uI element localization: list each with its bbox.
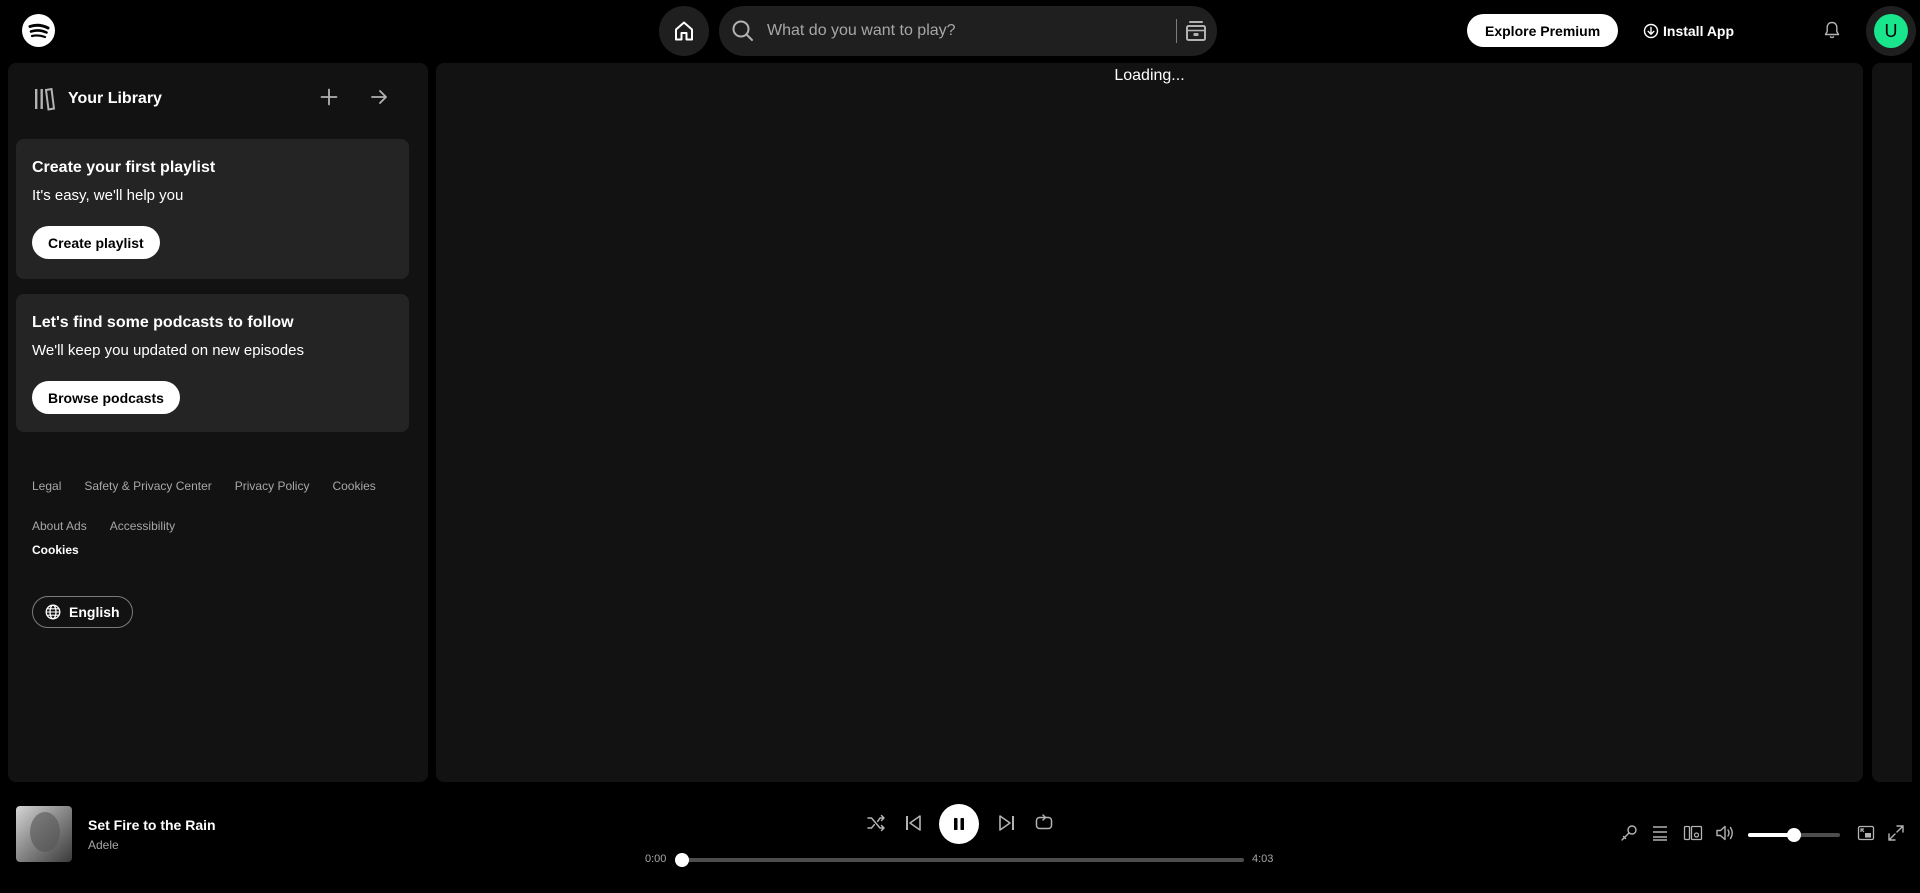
queue-icon[interactable]: [1651, 824, 1669, 842]
next-icon[interactable]: [997, 813, 1017, 833]
card-title: Create your first playlist: [32, 159, 216, 176]
footer-link-safety-privacy[interactable]: Safety & Privacy Center: [84, 479, 211, 493]
bell-icon: [1824, 21, 1840, 39]
album-cover[interactable]: [16, 806, 72, 862]
library-title: Your Library: [68, 90, 162, 107]
shuffle-icon[interactable]: [866, 813, 886, 833]
volume-handle[interactable]: [1787, 828, 1801, 842]
create-button[interactable]: [320, 88, 338, 106]
footer-link-about-ads[interactable]: About Ads: [32, 519, 87, 533]
search-bar[interactable]: [719, 6, 1217, 56]
spotify-logo[interactable]: [22, 14, 55, 47]
footer-link-legal[interactable]: Legal: [32, 479, 61, 493]
connect-device-icon[interactable]: [1683, 824, 1703, 842]
footer-cookies-link[interactable]: Cookies: [32, 543, 412, 557]
language-label: English: [69, 604, 120, 620]
search-divider: [1176, 19, 1177, 43]
progress-bar[interactable]: [675, 853, 1244, 867]
repeat-icon[interactable]: [1034, 813, 1054, 833]
microphone-icon[interactable]: [1620, 824, 1638, 842]
footer-link-privacy-policy[interactable]: Privacy Policy: [235, 479, 310, 493]
now-playing-bar: Set Fire to the Rain Adele 0:00 4:03: [0, 790, 1920, 893]
playback-controls: [865, 804, 1055, 844]
explore-premium-button[interactable]: Explore Premium: [1467, 14, 1619, 47]
fullscreen-icon[interactable]: [1887, 824, 1905, 842]
footer-links: Legal Safety & Privacy Center Privacy Po…: [32, 479, 412, 557]
search-input[interactable]: [767, 6, 1137, 56]
card-title: Let's find some podcasts to follow: [32, 314, 294, 331]
library-icon: [35, 87, 56, 111]
card-subtitle: It's easy, we'll help you: [32, 187, 184, 204]
language-button[interactable]: English: [32, 596, 133, 628]
home-icon: [675, 21, 693, 41]
pause-icon: [954, 818, 964, 830]
install-app-label: Install App: [1663, 23, 1735, 39]
top-bar: Explore Premium Install App U: [0, 0, 1920, 62]
avatar: U: [1874, 14, 1908, 48]
create-playlist-button[interactable]: Create playlist: [32, 226, 160, 259]
volume-slider[interactable]: [1748, 828, 1840, 842]
profile-button[interactable]: U: [1866, 6, 1916, 56]
footer-link-accessibility[interactable]: Accessibility: [110, 519, 175, 533]
notifications-button[interactable]: [1823, 20, 1841, 40]
library-header[interactable]: Your Library: [32, 87, 162, 111]
browse-podcasts-button[interactable]: Browse podcasts: [32, 381, 180, 414]
track-artist[interactable]: Adele: [88, 838, 119, 852]
footer-link-cookies[interactable]: Cookies: [332, 479, 375, 493]
card-subtitle: We'll keep you updated on new episodes: [32, 342, 304, 359]
arrow-right-icon: [371, 90, 387, 104]
elapsed-time: 0:00: [645, 853, 667, 865]
download-icon: [1643, 23, 1659, 39]
miniplayer-icon[interactable]: [1857, 824, 1875, 842]
library-sidebar: Your Library Create your first playlist …: [8, 63, 428, 782]
create-playlist-card: Create your first playlist It's easy, we…: [16, 139, 409, 279]
footer-row: About Ads Accessibility: [32, 519, 412, 543]
track-title[interactable]: Set Fire to the Rain: [88, 817, 216, 833]
volume-icon[interactable]: [1715, 824, 1735, 842]
install-app-button[interactable]: Install App: [1643, 21, 1734, 41]
right-panel: [1872, 63, 1912, 782]
cover-art: [30, 812, 60, 852]
total-time: 4:03: [1252, 853, 1274, 865]
plus-icon: [320, 88, 338, 106]
loading-text: Loading...: [1114, 67, 1185, 84]
home-button[interactable]: [659, 6, 709, 56]
footer-row: Legal Safety & Privacy Center Privacy Po…: [32, 479, 412, 519]
globe-icon: [45, 604, 61, 620]
browse-icon[interactable]: [1183, 18, 1209, 44]
expand-library-button[interactable]: [370, 88, 388, 106]
podcasts-card: Let's find some podcasts to follow We'll…: [16, 294, 409, 432]
play-pause-button[interactable]: [939, 804, 979, 844]
previous-icon[interactable]: [903, 813, 923, 833]
progress-handle[interactable]: [675, 853, 689, 867]
search-icon: [732, 20, 753, 41]
main-view: Loading...: [436, 63, 1863, 782]
